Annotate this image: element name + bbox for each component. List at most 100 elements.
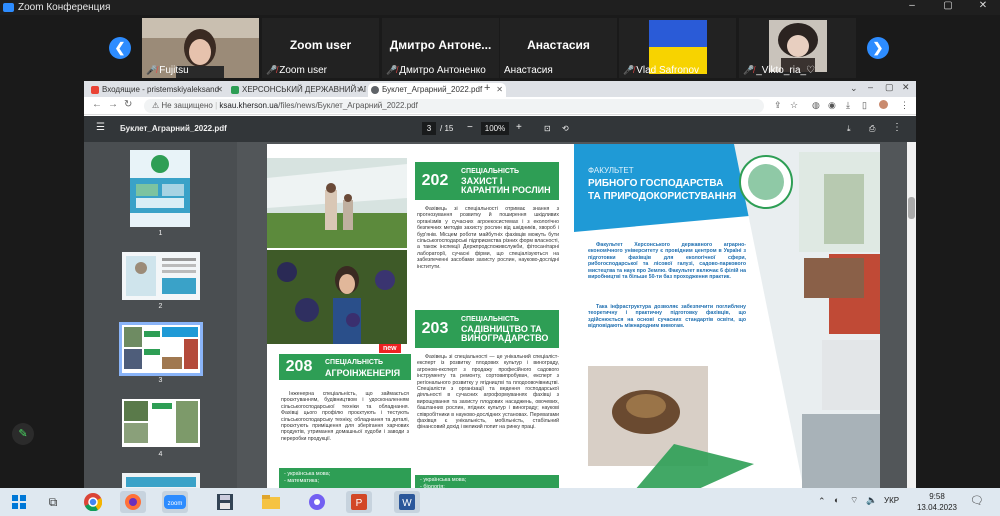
- pdf-viewer[interactable]: new 208 СПЕЦІАЛЬНІСТЬ АГРОІНЖЕНЕРІЯ Інже…: [237, 142, 916, 491]
- profile-avatar[interactable]: [879, 100, 888, 109]
- viber-taskbar-icon[interactable]: [304, 491, 330, 513]
- next-page-button[interactable]: ❯: [867, 37, 889, 59]
- tab-ksau[interactable]: ХЕРСОНСЬКИЙ ДЕРЖАВНИЙ АГ ✕: [228, 83, 366, 97]
- window-restore-icon[interactable]: ▢: [885, 82, 894, 93]
- zoom-level-input[interactable]: 100%: [481, 122, 509, 135]
- print-icon[interactable]: ⎙: [869, 124, 875, 134]
- volume-icon[interactable]: 🔈: [866, 495, 877, 506]
- tray-app-icon[interactable]: ◐: [834, 495, 839, 505]
- page-total: / 15: [440, 124, 454, 133]
- pdf-toolbar: ☰ Буклет_Аграрний_2022.pdf 3 / 15 − 100%…: [84, 116, 916, 142]
- url-path: /files/news/Буклет_Аграрний_2022.pdf: [278, 101, 418, 110]
- extension-icon[interactable]: ◍: [812, 100, 820, 111]
- faculty-text: Факультет Херсонського державного аграрн…: [588, 242, 746, 281]
- gmail-icon: [91, 86, 99, 94]
- more-actions-icon[interactable]: ⋮: [892, 122, 902, 133]
- sidebar-icon[interactable]: ▯: [862, 100, 867, 111]
- site-favicon-icon: [231, 86, 239, 94]
- participant-tile[interactable]: Анастасия Анастасия: [500, 18, 617, 78]
- tab-strip: Входящие - pristemskiyaleksand ✕ ХЕРСОНС…: [84, 81, 916, 97]
- thumbnail-page-1[interactable]: [130, 150, 190, 227]
- window-close-icon[interactable]: ✕: [902, 82, 910, 93]
- bookmark-star-icon[interactable]: ☆: [790, 100, 798, 111]
- share-icon[interactable]: ⇪: [774, 100, 782, 111]
- network-icon[interactable]: ⌔: [850, 495, 858, 506]
- participant-tile[interactable]: 🎤̸ _Vikto_ria_♡: [739, 18, 856, 78]
- download-icon[interactable]: ⤓: [847, 124, 851, 134]
- forward-icon[interactable]: →: [108, 99, 118, 110]
- task-view-icon[interactable]: ⧉: [40, 491, 66, 513]
- thumbnail-label: 4: [158, 451, 163, 458]
- chrome-taskbar-icon[interactable]: [80, 491, 106, 513]
- vertical-scrollbar[interactable]: [907, 142, 916, 491]
- participant-tile[interactable]: Дмитро Антоне... 🎤̸ Дмитро Антоненко: [382, 18, 499, 78]
- participant-big-name: Zoom user: [289, 38, 352, 52]
- new-tab-button[interactable]: +: [484, 82, 490, 94]
- section-text-203: Фахівець зі спеціальності — це унікальни…: [417, 354, 559, 431]
- rotate-icon[interactable]: ⟲: [562, 124, 569, 133]
- close-icon[interactable]: ✕: [968, 0, 998, 11]
- close-tab-icon[interactable]: ✕: [356, 83, 363, 97]
- participant-tile[interactable]: 🎤̸ Vlad Safronov: [619, 18, 736, 78]
- fit-page-icon[interactable]: ⊡: [544, 124, 551, 133]
- zoom-out-button[interactable]: −: [467, 122, 473, 133]
- participant-strip: ❮ 🎤̸ Fujitsu Zoom user 🎤̸ Zoom user Дмитро…: [0, 15, 1000, 81]
- zoom-in-button[interactable]: +: [516, 122, 522, 133]
- close-tab-icon[interactable]: ✕: [496, 83, 503, 97]
- maximize-icon[interactable]: ▢: [933, 0, 963, 11]
- url-field[interactable]: ⚠ Не защищено | ksau.kherson.ua/files/ne…: [144, 99, 764, 113]
- thumbnail-label: 3: [158, 377, 163, 384]
- participant-tile[interactable]: 🎤̸ Fujitsu: [142, 18, 259, 78]
- greenhouse-photo: [267, 158, 407, 248]
- reload-icon[interactable]: ↻: [124, 99, 132, 110]
- globe-icon: [371, 86, 379, 94]
- section-text-208: Інженерна спеціальність, що займається п…: [281, 391, 409, 442]
- tab-label: Входящие - pristemskiyaleksand: [102, 85, 220, 94]
- minimize-icon[interactable]: –: [897, 0, 927, 11]
- extension-icon[interactable]: ◉: [828, 100, 836, 111]
- tab-gmail[interactable]: Входящие - pristemskiyaleksand ✕: [88, 83, 226, 97]
- muted-mic-icon: 🎤̸: [623, 65, 635, 75]
- tab-search-icon[interactable]: ⌄: [850, 83, 858, 94]
- hamburger-menu-icon[interactable]: ☰: [96, 122, 105, 133]
- back-icon[interactable]: ←: [92, 99, 102, 110]
- zoom-title-bar: Zoom Конференция – ▢ ✕: [0, 0, 1000, 15]
- thumbnail-page-4[interactable]: [122, 399, 200, 447]
- plums-photo: [267, 250, 407, 344]
- participant-tile[interactable]: Zoom user 🎤̸ Zoom user: [262, 18, 379, 78]
- new-badge: new: [379, 344, 401, 353]
- page-number-input[interactable]: 3: [422, 122, 436, 135]
- address-bar-row: ← → ↻ ⚠ Не защищено | ksau.kherson.ua/fi…: [84, 97, 916, 115]
- thumbnail-label: 1: [158, 230, 163, 237]
- windows-start-icon[interactable]: [6, 491, 32, 513]
- menu-kebab-icon[interactable]: ⋮: [900, 100, 909, 111]
- thumbnail-page-3[interactable]: [119, 322, 203, 376]
- svg-text:P: P: [356, 498, 363, 509]
- thumbnail-page-2[interactable]: [122, 252, 200, 300]
- tab-label: ХЕРСОНСЬКИЙ ДЕРЖАВНИЙ АГ: [242, 85, 366, 94]
- thumbnail-label: 2: [158, 303, 163, 310]
- notifications-icon[interactable]: 🗨: [970, 494, 984, 507]
- clock[interactable]: 9:58 13.04.2023: [915, 491, 959, 513]
- windows-explorer-icon[interactable]: [258, 491, 284, 513]
- participant-name: Анастасия: [504, 65, 553, 76]
- prev-page-button[interactable]: ❮: [109, 37, 131, 59]
- participant-name: Vlad Safronov: [636, 65, 700, 76]
- annotate-pen-icon[interactable]: ✎: [12, 423, 34, 445]
- firefox-taskbar-icon[interactable]: [120, 491, 146, 513]
- powerpoint-taskbar-icon[interactable]: P: [346, 491, 372, 513]
- participant-name: Fujitsu: [159, 65, 189, 76]
- svg-text:zoom: zoom: [168, 501, 183, 507]
- participant-name: Дмитро Антоненко: [399, 65, 486, 76]
- zoom-taskbar-icon[interactable]: zoom: [162, 491, 188, 513]
- close-tab-icon[interactable]: ✕: [216, 83, 223, 97]
- downloads-icon[interactable]: ⤓: [846, 100, 850, 111]
- save-disk-icon[interactable]: [212, 491, 238, 513]
- warning-icon: ⚠: [152, 101, 162, 110]
- tray-chevron-icon[interactable]: ⌃: [818, 496, 826, 507]
- participant-big-name: Анастасия: [527, 38, 590, 52]
- clock-time: 9:58: [929, 492, 945, 501]
- language-indicator[interactable]: УКР: [884, 496, 899, 505]
- window-minimize-icon[interactable]: –: [868, 82, 873, 92]
- word-taskbar-icon[interactable]: W: [394, 491, 420, 513]
